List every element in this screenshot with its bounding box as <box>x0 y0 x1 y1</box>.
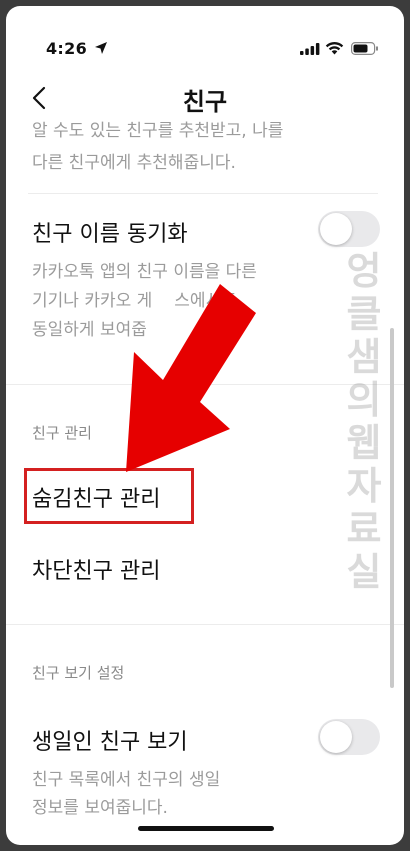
location-arrow-icon <box>95 42 107 54</box>
section-label-view: 친구 보기 설정 <box>32 664 125 682</box>
status-time: 4:26 <box>46 39 87 58</box>
sync-desc-line1: 카카오톡 앱의 친구 이름을 다른 <box>32 262 257 282</box>
birthday-description: 친구 목록에서 친구의 생일 정보를 보여줍니다. <box>32 766 220 822</box>
recommend-desc-line2: 다른 친구에게 추천해줍니다. <box>32 153 236 173</box>
page-title: 친구 <box>182 88 228 116</box>
birthday-desc-line2: 정보를 보여줍니다. <box>32 798 168 818</box>
toggle-knob <box>320 721 352 753</box>
recommend-desc-line1: 알 수도 있는 친구를 추천받고, 나를 <box>32 121 284 141</box>
cellular-signal-icon <box>300 43 320 55</box>
status-bar: 4:26 <box>6 6 404 66</box>
blocked-friends-item[interactable]: 차단친구 관리 <box>32 553 160 585</box>
sync-toggle[interactable] <box>318 211 380 247</box>
recommend-description: 알 수도 있는 친구를 추천받고, 나를 다른 친구에게 추천해줍니다. <box>32 118 283 176</box>
home-indicator <box>138 826 274 831</box>
toggle-knob <box>320 213 352 245</box>
section-label-manage: 친구 관리 <box>32 424 92 442</box>
scrollbar[interactable] <box>390 328 394 688</box>
battery-icon <box>351 42 378 55</box>
divider <box>28 193 378 194</box>
sync-title: 친구 이름 동기화 <box>32 222 188 247</box>
watermark-text: 엉클샘의웹자료실 <box>346 249 382 594</box>
birthday-toggle[interactable] <box>318 719 380 755</box>
wifi-icon <box>325 41 344 55</box>
highlight-box <box>24 468 194 524</box>
phone-screen: 4:26 친구 알 수도 있는 친구를 추천받고, 나를 다른 친구에게 추천해… <box>6 6 404 845</box>
birthday-title: 생일인 친구 보기 <box>32 730 188 755</box>
birthday-desc-line1: 친구 목록에서 친구의 생일 <box>32 770 221 790</box>
section-divider <box>6 624 404 625</box>
red-arrow-icon <box>126 284 256 472</box>
